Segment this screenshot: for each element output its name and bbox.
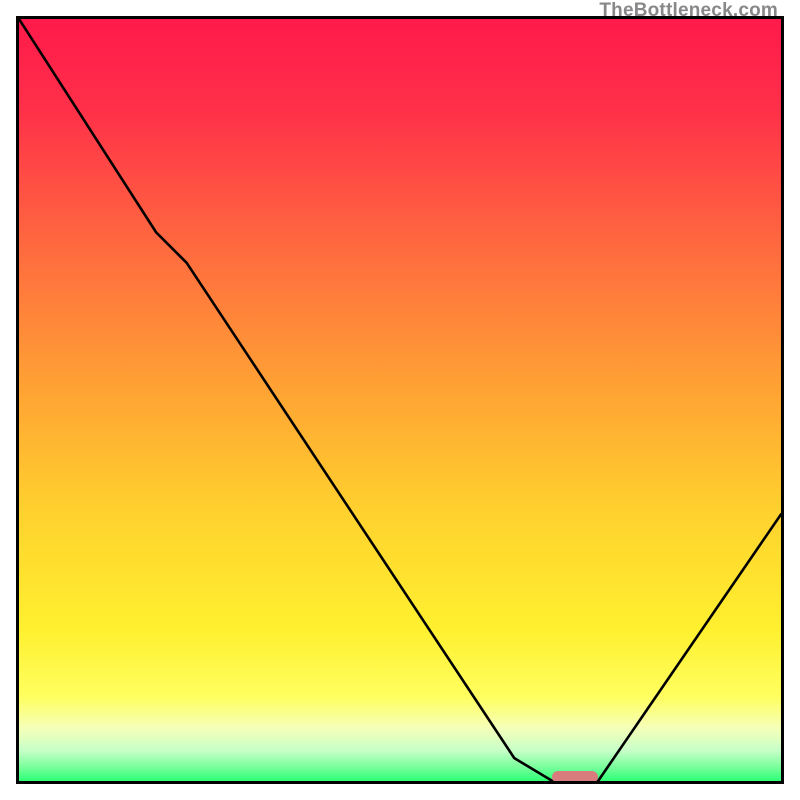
chart-container: TheBottleneck.com	[0, 0, 800, 800]
bottleneck-curve	[19, 19, 781, 781]
plot-area	[16, 16, 784, 784]
optimal-range-marker	[552, 771, 598, 783]
